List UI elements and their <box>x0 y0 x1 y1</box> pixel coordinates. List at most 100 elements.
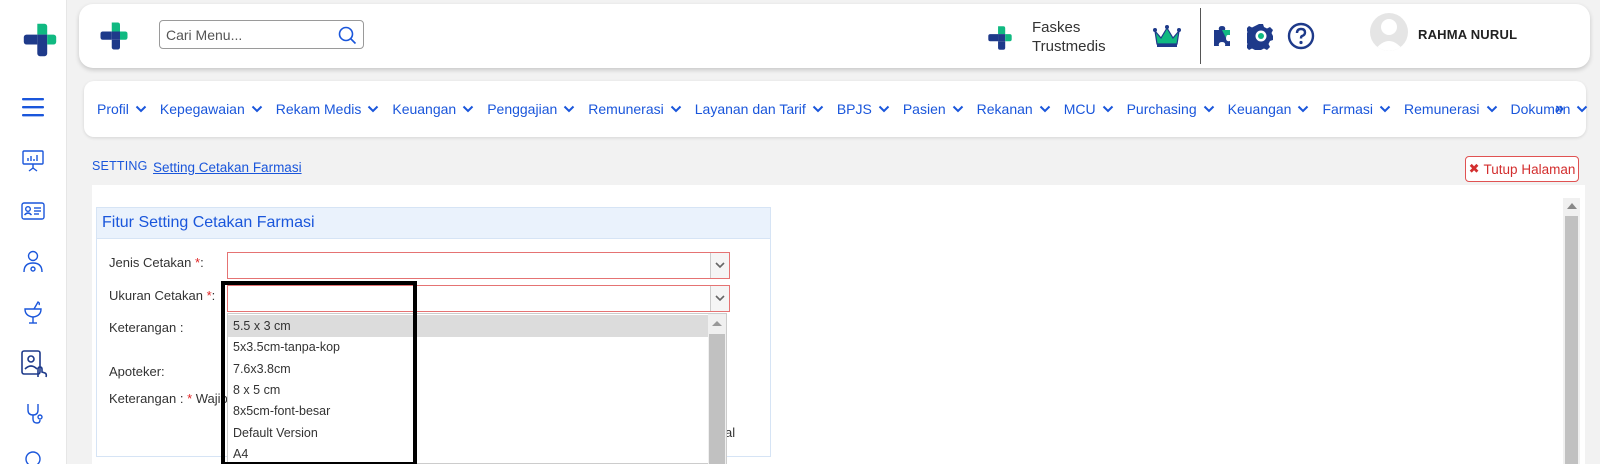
nav-item-rekam-medis[interactable]: Rekam Medis <box>276 101 380 117</box>
chevron-down-icon <box>670 105 681 113</box>
main-menu-bar: Profil Kepegawaian Rekam Medis Keuangan Peng… <box>84 81 1589 137</box>
nav-item-keuangan[interactable]: Keuangan <box>392 101 474 117</box>
nav-item-purchasing[interactable]: Purchasing <box>1127 101 1215 117</box>
nav-item-label: Purchasing <box>1126 101 1197 117</box>
nav-item-label: Penggajian <box>487 101 558 117</box>
chevron-down-icon <box>1486 105 1497 113</box>
breadcrumb-current[interactable]: Setting Cetakan Farmasi <box>153 160 302 175</box>
dropdown-option[interactable]: 8x5cm-font-besar <box>228 400 708 422</box>
faskes-line1: Faskes <box>1032 19 1081 36</box>
nav-item-label: Kepegawaian <box>159 101 245 117</box>
dropdown-option[interactable]: 7.6x3.8cm <box>228 358 708 380</box>
presentation-icon[interactable] <box>18 145 48 175</box>
chevron-down-icon <box>368 105 379 113</box>
dropdown-option[interactable]: A4 <box>228 443 708 464</box>
chevron-down-icon <box>878 105 890 113</box>
note-text: Wajib <box>195 391 228 406</box>
nav-item-label: Layanan dan Tarif <box>694 101 806 117</box>
id-card-icon[interactable] <box>18 196 48 226</box>
chevron-down-icon <box>1102 105 1113 113</box>
nav-item-kepegawaian[interactable]: Kepegawaian <box>160 101 263 117</box>
nav-item-rekanan[interactable]: Rekanan <box>977 101 1051 117</box>
nav-item-layanan-dan-tarif[interactable]: Layanan dan Tarif <box>695 101 824 117</box>
breadcrumb-root[interactable]: SETTING <box>92 159 148 173</box>
nav-item-profil[interactable]: Profil <box>97 101 147 117</box>
chevron-down-icon <box>1577 105 1588 113</box>
sidebar <box>0 0 67 464</box>
jenis-cetakan-text: Jenis Cetakan <box>109 255 195 270</box>
jenis-cetakan-select[interactable] <box>227 252 730 279</box>
chevron-down-icon <box>1039 105 1050 113</box>
chevron-down-icon <box>1379 105 1391 113</box>
apoteker-label: Apoteker: <box>109 364 165 379</box>
doctor-touch-icon[interactable] <box>18 348 50 380</box>
dropdown-scrollbar[interactable] <box>708 314 726 464</box>
close-page-button[interactable]: ✖ Tutup Halaman <box>1465 156 1579 182</box>
nav-item-label: MCU <box>1063 101 1096 117</box>
trustmedis-logo[interactable] <box>22 22 58 58</box>
chevron-down-icon[interactable] <box>710 286 729 311</box>
user-name[interactable]: RAHMA NURUL <box>1418 27 1517 42</box>
pharmacy-icon[interactable] <box>18 298 48 328</box>
scroll-up-arrow-icon[interactable] <box>1567 203 1577 209</box>
chevron-down-icon <box>1298 105 1309 113</box>
nav-item-farmasi[interactable]: Farmasi <box>1322 101 1391 117</box>
search-icon[interactable] <box>337 25 357 45</box>
chevron-down-icon <box>952 105 963 113</box>
chevron-down-icon <box>135 105 147 113</box>
dropdown-option[interactable]: 5x3.5cm-tanpa-kop <box>228 336 708 358</box>
trustmedis-logo-small[interactable] <box>99 21 129 51</box>
nav-item-penggajian[interactable]: Penggajian <box>487 101 575 117</box>
dropdown-scroll-up-icon[interactable] <box>712 321 722 326</box>
faskes-line2: Trustmedis <box>1032 38 1106 55</box>
nav-item-mcu[interactable]: MCU <box>1064 101 1114 117</box>
dropdown-option[interactable]: 5.5 x 3 cm <box>228 315 708 337</box>
nav-item-bpjs[interactable]: BPJS <box>837 101 890 117</box>
stethoscope-icon[interactable] <box>18 399 48 429</box>
chevron-down-icon <box>462 105 474 113</box>
nav-item-label: Pasien <box>902 101 946 117</box>
top-header: Faskes Trustmedis RAHMA NURUL <box>79 4 1590 68</box>
nav-item-label: Remunerasi <box>588 101 664 117</box>
nav-item-keuangan[interactable]: Keuangan <box>1228 101 1310 117</box>
keterangan-label: Keterangan : <box>109 320 184 335</box>
crown-icon[interactable] <box>1152 23 1182 49</box>
nav-item-remunerasi[interactable]: Remunerasi <box>1404 101 1497 117</box>
chevron-down-icon <box>1203 105 1214 113</box>
ukuran-cetakan-text: Ukuran Cetakan <box>109 288 207 303</box>
nav-item-label: Rekanan <box>976 101 1033 117</box>
scrollbar-thumb[interactable] <box>1565 216 1578 464</box>
search-box[interactable] <box>159 20 364 49</box>
menu-icon[interactable] <box>18 92 48 122</box>
nav-item-pasien[interactable]: Pasien <box>903 101 964 117</box>
puzzle-icon[interactable] <box>1208 22 1236 50</box>
required-note: Keterangan : * Wajib <box>109 391 228 406</box>
ukuran-cetakan-dropdown[interactable]: 5.5 x 3 cm 5x3.5cm-tanpa-kop 7.6x3.8cm 8 x … <box>227 313 727 464</box>
faskes-logo <box>988 26 1012 50</box>
search-input[interactable] <box>166 26 326 44</box>
patient-icon[interactable] <box>18 247 48 277</box>
ukuran-cetakan-select[interactable] <box>227 285 730 312</box>
nav-item-label: Keuangan <box>1227 101 1292 117</box>
avatar[interactable] <box>1370 13 1408 51</box>
page-scrollbar[interactable] <box>1563 198 1580 464</box>
close-icon: ✖ <box>1468 161 1480 176</box>
nav-item-dokumen[interactable]: Dokumen <box>1511 101 1589 117</box>
nav-item-remunerasi[interactable]: Remunerasi <box>588 101 681 117</box>
chevron-down-icon <box>251 105 262 113</box>
label-colon: : <box>211 288 216 303</box>
nav-more-button[interactable]: » <box>1555 100 1564 118</box>
chevron-down-icon <box>564 105 575 113</box>
dropdown-option[interactable]: 8 x 5 cm <box>228 379 708 401</box>
dropdown-scrollbar-thumb[interactable] <box>709 334 725 464</box>
chevron-down-icon[interactable] <box>710 253 729 278</box>
close-page-label: Tutup Halaman <box>1483 161 1576 177</box>
nav-item-label: Remunerasi <box>1404 101 1480 117</box>
nav-item-label: BPJS <box>836 101 872 117</box>
faskes-name: Faskes Trustmedis <box>1032 18 1142 56</box>
more-sidebar-icon[interactable] <box>18 447 48 464</box>
help-icon[interactable] <box>1287 22 1315 50</box>
gear-icon[interactable] <box>1247 22 1275 50</box>
dropdown-option[interactable]: Default Version <box>228 422 708 444</box>
jenis-cetakan-label: Jenis Cetakan *: <box>109 255 204 270</box>
